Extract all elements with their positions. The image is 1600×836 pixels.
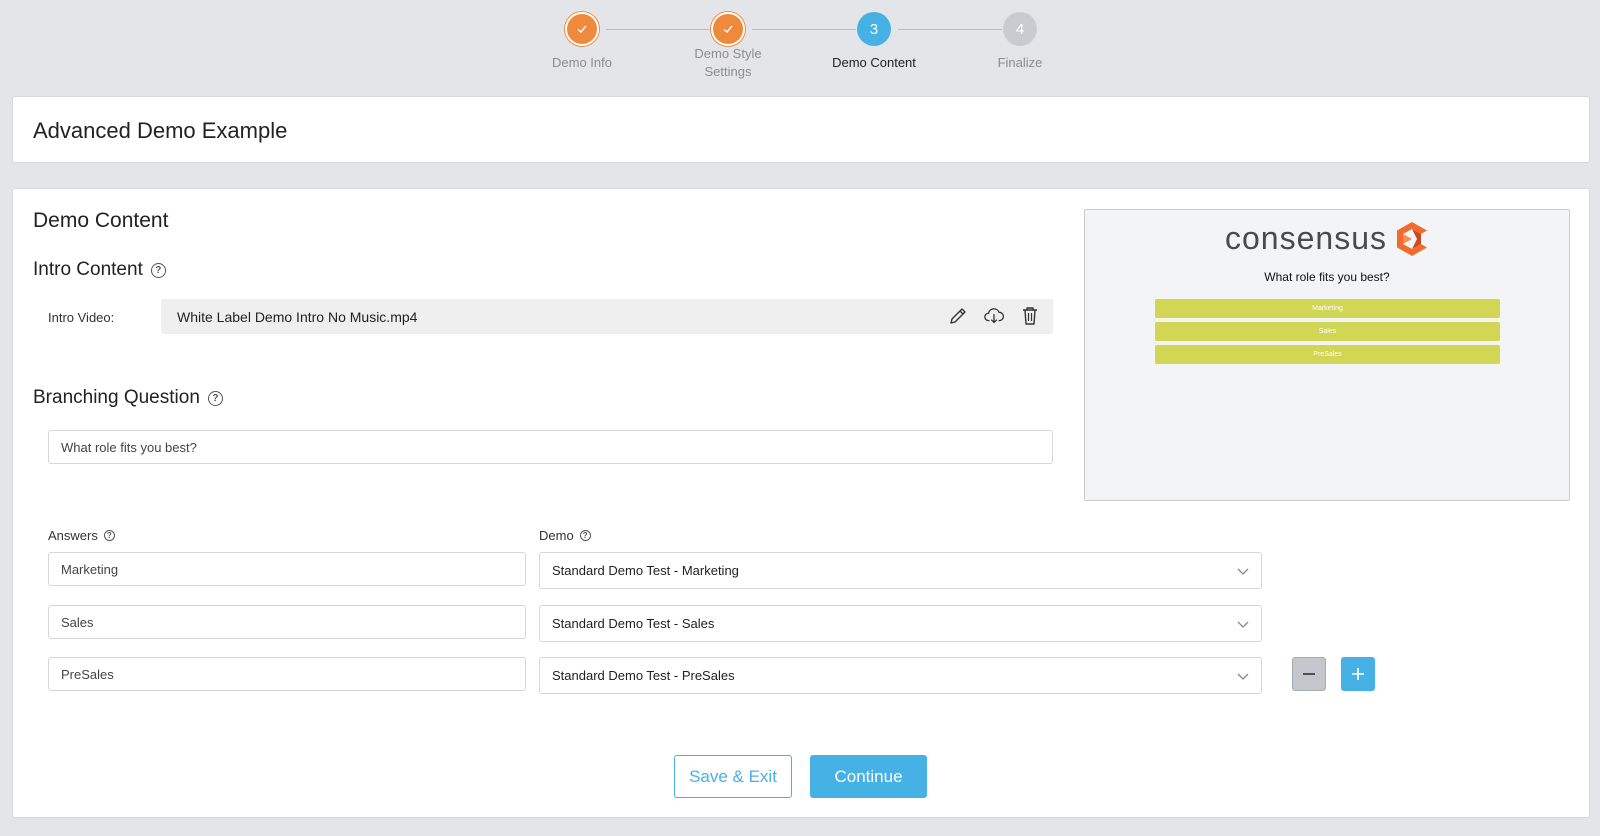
step-demo-info[interactable]: Demo Info <box>512 12 652 72</box>
section-title: Demo Content <box>33 209 169 232</box>
step-label: Finalize <box>997 55 1043 70</box>
remove-answer-button[interactable] <box>1292 657 1326 691</box>
demo-label: Demo <box>539 528 574 543</box>
intro-content-heading: Intro Content ? <box>33 259 166 281</box>
cloud-download-icon[interactable] <box>983 305 1005 327</box>
save-exit-button[interactable]: Save & Exit <box>674 755 792 798</box>
check-icon <box>565 12 599 46</box>
pencil-icon[interactable] <box>947 305 969 327</box>
add-answer-button[interactable] <box>1341 657 1375 691</box>
help-icon[interactable]: ? <box>207 390 223 406</box>
select-value: Standard Demo Test - Sales <box>552 616 715 631</box>
step-label: Demo Style Settings <box>658 45 798 81</box>
minus-icon <box>1303 673 1315 675</box>
branching-question-title: Branching Question <box>33 387 200 408</box>
chevron-down-icon <box>1237 673 1249 680</box>
answer-input-marketing[interactable] <box>48 552 526 586</box>
demo-select-marketing[interactable]: Standard Demo Test - Marketing <box>539 552 1262 589</box>
step-label: Demo Info <box>552 55 612 70</box>
preview-answer: PreSales <box>1155 345 1500 364</box>
intro-video-label: Intro Video: <box>48 310 115 325</box>
progress-stepper: Demo Info Demo Style Settings 3 Demo Con… <box>0 0 1600 96</box>
preview-answer: Sales <box>1155 322 1500 341</box>
help-icon[interactable]: ? <box>150 262 166 278</box>
branching-question-heading: Branching Question ? <box>33 387 223 409</box>
chevron-down-icon <box>1237 568 1249 575</box>
answer-input-sales[interactable] <box>48 605 526 639</box>
video-filename: White Label Demo Intro No Music.mp4 <box>177 308 418 325</box>
step-label-line: Demo Style <box>694 46 762 61</box>
help-icon[interactable]: ? <box>579 530 591 541</box>
continue-button[interactable]: Continue <box>810 755 927 798</box>
step-demo-content[interactable]: 3 Demo Content <box>804 12 944 72</box>
check-icon <box>711 12 745 46</box>
consensus-logo-icon <box>1396 221 1427 256</box>
answers-column-label: Answers ? <box>48 528 115 543</box>
step-label: Demo Content <box>832 55 916 70</box>
step-number: 4 <box>1003 12 1037 46</box>
select-value: Standard Demo Test - Marketing <box>552 563 739 578</box>
demo-content-card: Demo Content Intro Content ? Intro Video… <box>12 188 1590 818</box>
demo-preview: consensus What role fits you best? Marke… <box>1084 209 1570 501</box>
demo-select-sales[interactable]: Standard Demo Test - Sales <box>539 605 1262 642</box>
intro-video-field: White Label Demo Intro No Music.mp4 <box>161 299 1053 334</box>
consensus-logo: consensus <box>1085 220 1569 257</box>
chevron-down-icon <box>1237 621 1249 628</box>
step-demo-style-settings[interactable]: Demo Style Settings <box>658 12 798 82</box>
select-value: Standard Demo Test - PreSales <box>552 668 735 683</box>
step-label-line: Settings <box>704 64 752 79</box>
preview-answer: Marketing <box>1155 299 1500 318</box>
preview-question: What role fits you best? <box>1264 270 1390 284</box>
logo-text: consensus <box>1225 220 1387 256</box>
step-number: 3 <box>857 12 891 46</box>
intro-content-title: Intro Content <box>33 259 143 280</box>
page-title: Advanced Demo Example <box>33 118 288 143</box>
title-card: Advanced Demo Example <box>12 96 1590 163</box>
demo-column-label: Demo ? <box>539 528 591 543</box>
help-icon[interactable]: ? <box>103 530 115 541</box>
answer-input-presales[interactable] <box>48 657 526 691</box>
trash-icon[interactable] <box>1019 305 1041 327</box>
plus-icon <box>1352 668 1364 680</box>
branching-question-input[interactable] <box>48 430 1053 464</box>
step-finalize[interactable]: 4 Finalize <box>950 12 1090 72</box>
demo-select-presales[interactable]: Standard Demo Test - PreSales <box>539 657 1262 694</box>
answers-label: Answers <box>48 528 98 543</box>
